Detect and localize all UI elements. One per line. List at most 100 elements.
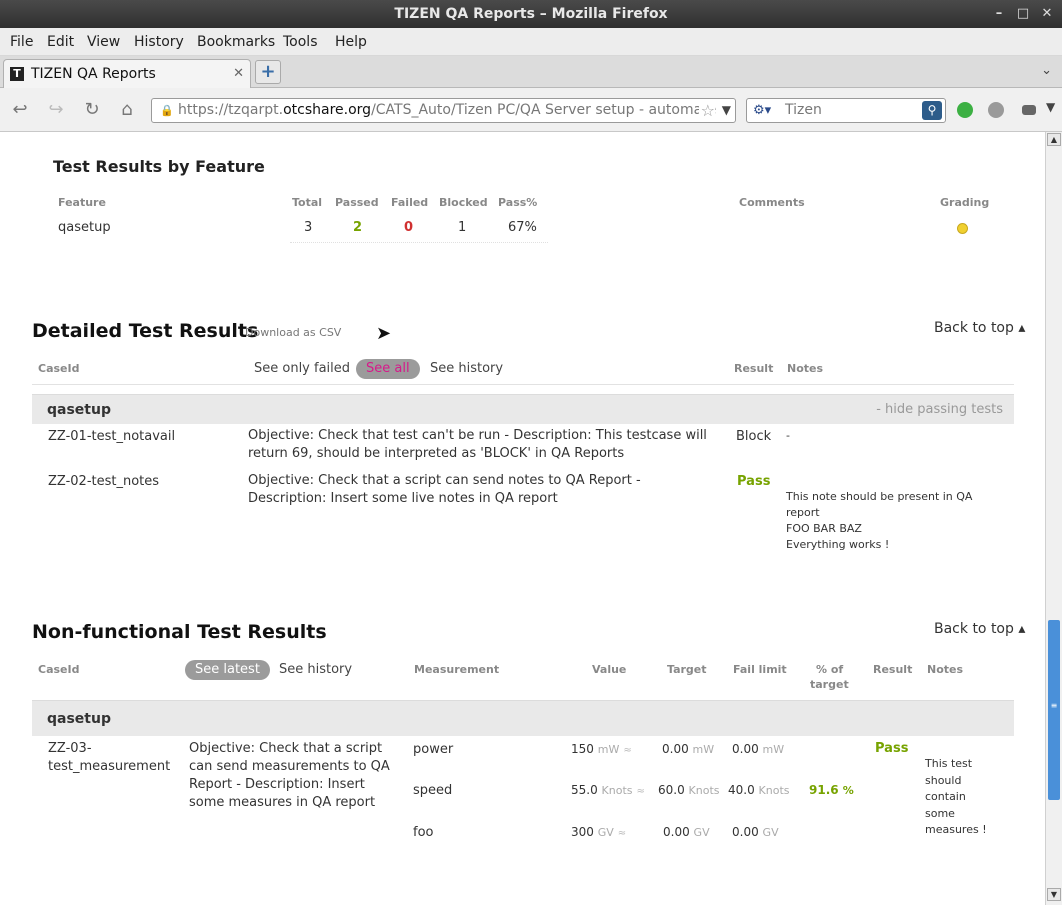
- tab-bar: T TIZEN QA Reports ✕ + ⌄: [0, 56, 1062, 88]
- back-to-top-link[interactable]: Back to top ▴: [934, 320, 1025, 336]
- feature-total: 3: [304, 220, 313, 235]
- addon-green-icon[interactable]: [957, 102, 973, 118]
- close-tab-icon[interactable]: ✕: [233, 60, 244, 88]
- feature-section-title: Test Results by Feature: [53, 157, 265, 176]
- nft-group-title: qasetup: [47, 711, 111, 727]
- measurement-value: 150 mW ≈: [571, 742, 632, 756]
- total-col-header: Total: [292, 196, 323, 209]
- feature-blocked: 1: [458, 220, 467, 235]
- vertical-scrollbar[interactable]: ▲ ≡ ▼: [1045, 132, 1062, 905]
- group-title: qasetup: [47, 402, 111, 418]
- tab-tizen-qa-reports[interactable]: T TIZEN QA Reports ✕: [3, 59, 251, 88]
- tizen-favicon-icon: T: [10, 67, 24, 81]
- note-line: This note should be present in QA report: [786, 490, 973, 519]
- nft-result-pass: Pass: [875, 741, 909, 756]
- download-csv-link[interactable]: Download as CSV: [245, 326, 341, 339]
- menu-bar: File Edit View History Bookmarks Tools H…: [0, 28, 1062, 56]
- menu-history[interactable]: History: [134, 28, 184, 56]
- note-line: Everything works !: [786, 538, 890, 551]
- nft-section-title: Non-functional Test Results: [32, 621, 327, 643]
- close-window-button[interactable]: ✕: [1036, 0, 1058, 28]
- see-history-link[interactable]: See history: [430, 361, 503, 376]
- scroll-up-arrow-icon[interactable]: ▲: [1047, 133, 1061, 146]
- see-latest-button[interactable]: See latest: [185, 660, 270, 680]
- blocked-col-header: Blocked: [439, 196, 488, 209]
- url-dropdown-icon[interactable]: ▼: [721, 99, 731, 122]
- nft-caseid-link[interactable]: ZZ-03-test_measurement: [48, 740, 188, 776]
- back-arrow-icon[interactable]: ↩: [8, 98, 32, 122]
- scrollbar-grip-icon: ≡: [1050, 701, 1058, 710]
- measurement-name: speed: [413, 783, 453, 798]
- window-titlebar: TIZEN QA Reports – Mozilla Firefox – □ ✕: [0, 0, 1062, 28]
- hide-passing-tests-link[interactable]: - hide passing tests: [876, 402, 1003, 417]
- new-tab-button[interactable]: +: [255, 60, 281, 84]
- feature-passed: 2: [353, 220, 363, 235]
- feature-name[interactable]: qasetup: [58, 220, 111, 235]
- pct-target-col-header-1: % of: [816, 663, 844, 676]
- measurement-value: 55.0 Knots ≈: [571, 783, 645, 797]
- nft-notes-col-header: Notes: [927, 663, 964, 676]
- note-line: FOO BAR BAZ: [786, 522, 862, 535]
- home-icon[interactable]: ⌂: [115, 98, 139, 122]
- search-bar[interactable]: ⚙▾ Tizen ⚲: [746, 98, 946, 123]
- measurement-pct-target: 91.6 %: [809, 783, 854, 797]
- caseid-link[interactable]: ZZ-01-test_notavail: [48, 429, 175, 444]
- result-col-header: Result: [734, 362, 774, 375]
- menu-edit[interactable]: Edit: [47, 28, 74, 56]
- grading-yellow-icon[interactable]: [957, 223, 968, 234]
- lock-icon: 🔒: [160, 104, 174, 117]
- comments-col-header: Comments: [739, 196, 805, 209]
- addon-menu-icon[interactable]: [1022, 105, 1036, 115]
- window-title: TIZEN QA Reports – Mozilla Firefox: [394, 6, 668, 22]
- maximize-button[interactable]: □: [1012, 0, 1034, 28]
- scroll-down-arrow-icon[interactable]: ▼: [1047, 888, 1061, 901]
- menu-tools[interactable]: Tools: [283, 28, 318, 56]
- grading-col-header: Grading: [940, 196, 990, 209]
- forward-arrow-icon[interactable]: ↪: [44, 98, 68, 122]
- search-input[interactable]: Tizen: [785, 99, 822, 122]
- pct-target-col-header-2: target: [810, 678, 849, 691]
- feature-passpct: 67%: [508, 220, 537, 235]
- url-path: /CATS_Auto/Tizen PC/QA Server setup - au…: [371, 102, 717, 118]
- addon-gray-icon[interactable]: [988, 102, 1004, 118]
- fail-limit-col-header: Fail limit: [733, 663, 787, 676]
- scrollbar-thumb[interactable]: ≡: [1048, 620, 1060, 800]
- measurement-col-header: Measurement: [414, 663, 500, 676]
- tab-title: TIZEN QA Reports: [31, 66, 156, 82]
- measurement-fail-limit: 40.0 Knots: [728, 783, 790, 797]
- group-header-qasetup: qasetup - hide passing tests: [32, 394, 1014, 424]
- graph-icon: ≈: [623, 745, 632, 756]
- minimize-button[interactable]: –: [988, 0, 1010, 28]
- result-block: Block: [736, 429, 772, 444]
- measurement-name: power: [413, 742, 454, 757]
- feature-failed: 0: [404, 220, 414, 235]
- search-engine-icon[interactable]: ⚙▾: [753, 99, 771, 122]
- graph-icon: ≈: [636, 786, 645, 797]
- graph-icon: ≈: [617, 828, 627, 839]
- caseid-link[interactable]: ZZ-02-test_notes: [48, 474, 159, 489]
- menu-help[interactable]: Help: [335, 28, 367, 56]
- nft-back-to-top-link[interactable]: Back to top ▴: [934, 621, 1025, 637]
- bookmark-star-icon[interactable]: ☆: [698, 99, 715, 122]
- url-prefix: https://tzqarpt.: [178, 102, 284, 118]
- measurement-name: foo: [413, 825, 434, 840]
- result-pass: Pass: [737, 474, 771, 489]
- search-icon[interactable]: ⚲: [922, 101, 942, 120]
- case-description: Objective: Check that test can't be run …: [248, 428, 707, 461]
- nft-see-history-link[interactable]: See history: [279, 662, 352, 677]
- menu-file[interactable]: File: [10, 28, 33, 56]
- see-all-button[interactable]: See all: [356, 359, 420, 379]
- header-divider: [32, 384, 1014, 385]
- reload-icon[interactable]: ↻: [80, 98, 104, 122]
- browser-window: TIZEN QA Reports – Mozilla Firefox – □ ✕…: [0, 0, 1062, 905]
- see-only-failed-link[interactable]: See only failed: [254, 361, 350, 376]
- addon-dropdown-icon[interactable]: ▼: [1046, 100, 1055, 114]
- url-host: otcshare.org: [283, 102, 372, 118]
- nft-result-col-header: Result: [873, 663, 913, 676]
- passed-col-header: Passed: [335, 196, 379, 209]
- menu-view[interactable]: View: [87, 28, 120, 56]
- value-col-header: Value: [592, 663, 627, 676]
- tab-list-chevron-icon[interactable]: ⌄: [1041, 56, 1052, 86]
- menu-bookmarks[interactable]: Bookmarks: [197, 28, 275, 56]
- url-bar[interactable]: 🔒 https://tzqarpt.otcshare.org/CATS_Auto…: [151, 98, 736, 123]
